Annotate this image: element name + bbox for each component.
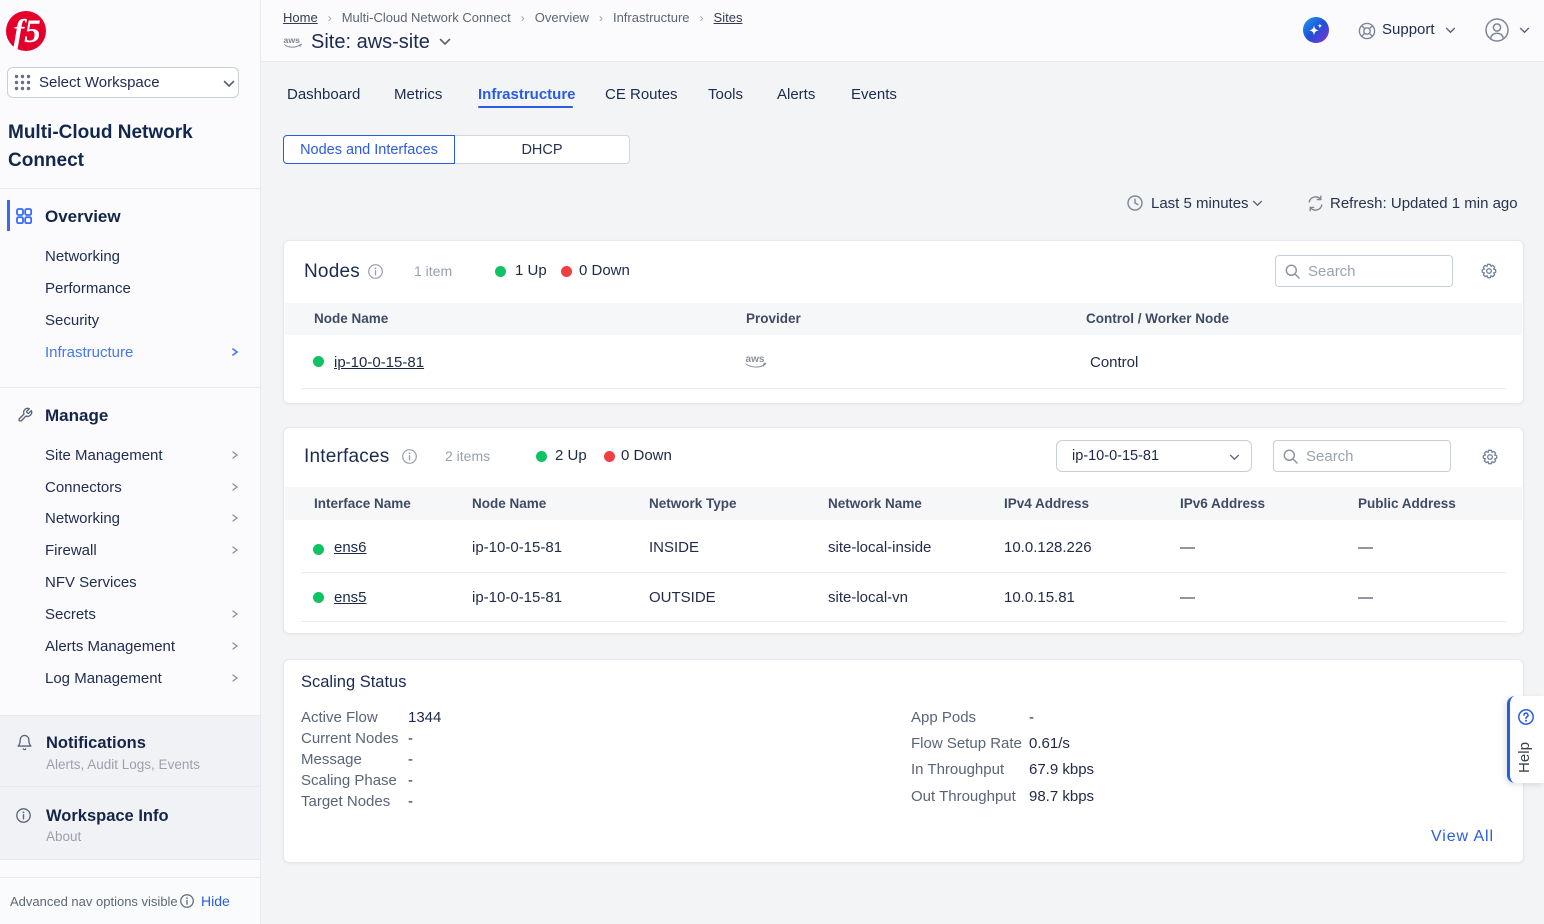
svg-text:aws: aws [746,354,765,365]
svg-text:f5: f5 [13,14,41,50]
svg-text:aws: aws [283,35,300,45]
